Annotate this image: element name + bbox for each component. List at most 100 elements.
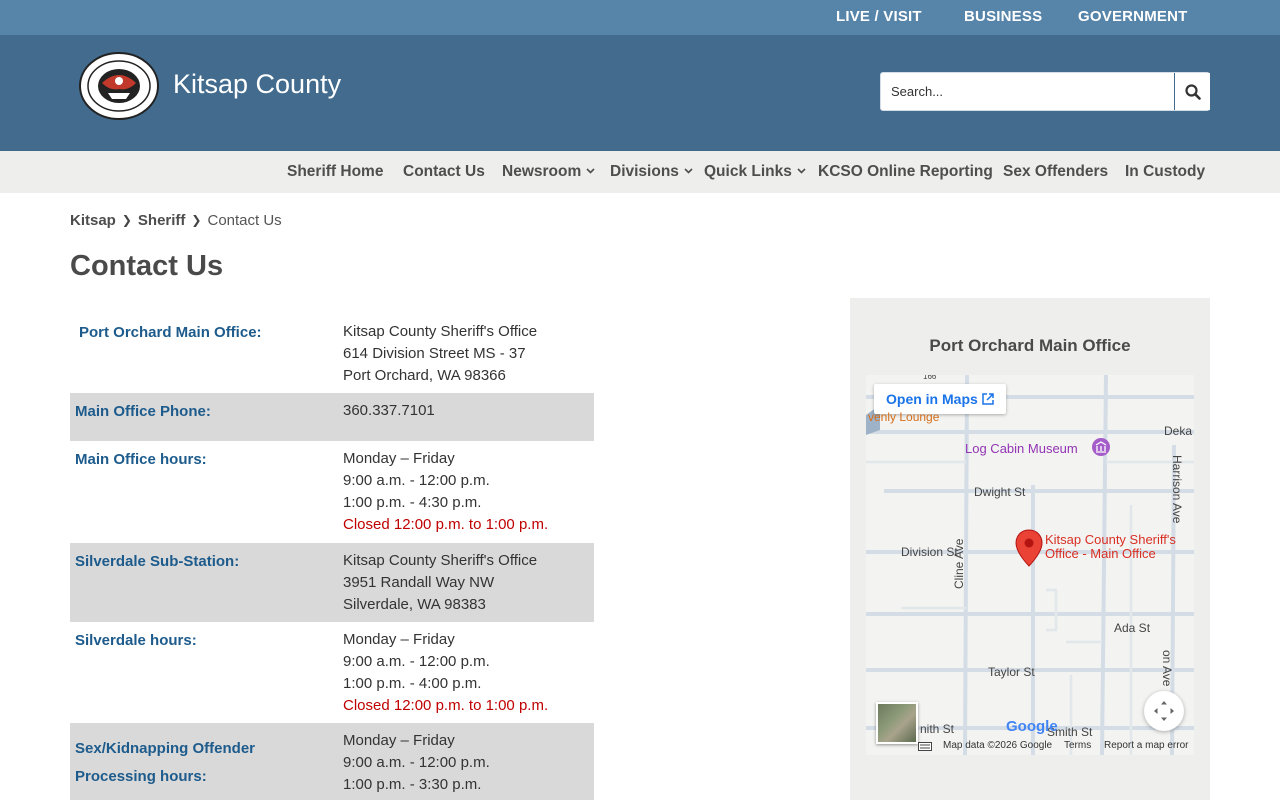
- chevron-right-icon: ❯: [121, 213, 132, 227]
- map-poi-label: Log Cabin Museum: [965, 441, 1078, 456]
- closed-note: Closed 12:00 p.m. to 1:00 p.m.: [343, 516, 549, 533]
- table-row: Silverdale Sub-Station: Kitsap County Sh…: [70, 543, 594, 622]
- search-icon: [1184, 83, 1201, 100]
- map-street-label: Cline Ave: [952, 538, 966, 589]
- row-label: Main Office hours:: [75, 451, 207, 468]
- map-street-label: Taylor St: [988, 665, 1035, 679]
- map-footer: Map data ©2026 Google Terms Report a map…: [866, 737, 1194, 755]
- value-line: 1:00 p.m. - 4:00 p.m.: [343, 675, 482, 692]
- value-line: Kitsap County Sheriff's Office: [343, 552, 538, 569]
- subnav-label: In Custody: [1125, 163, 1206, 180]
- subnav-online-reporting[interactable]: KCSO Online Reporting: [818, 163, 993, 181]
- row-label: Sex/Kidnapping Offender Processing hours…: [75, 735, 255, 791]
- move-arrows-icon: [1154, 701, 1174, 721]
- map-street-label: on Ave: [1160, 650, 1174, 687]
- subnav-sex-offenders[interactable]: Sex Offenders: [1003, 163, 1108, 181]
- search-input[interactable]: [881, 73, 1174, 110]
- subnav-newsroom[interactable]: Newsroom: [502, 163, 595, 181]
- google-logo: Google: [1006, 718, 1058, 735]
- map-terms-link[interactable]: Terms: [1064, 740, 1091, 751]
- row-label: Port Orchard Main Office:: [79, 324, 262, 341]
- value-line: 3951 Randall Way NW: [343, 574, 495, 591]
- sheriff-subnav: Sheriff Home Contact Us Newsroom Divisio…: [0, 151, 1280, 193]
- row-label: Silverdale hours:: [75, 632, 197, 649]
- row-value: Kitsap County Sheriff's Office 3951 Rand…: [343, 550, 537, 616]
- map-street-label: Ada St: [1114, 621, 1151, 635]
- breadcrumb: Kitsap ❯ Sheriff ❯ Contact Us: [70, 212, 282, 229]
- subnav-label: KCSO Online Reporting: [818, 163, 993, 180]
- value-line: Monday – Friday: [343, 732, 455, 749]
- external-link-icon: [981, 393, 994, 405]
- nav-government[interactable]: GOVERNMENT: [1078, 8, 1188, 25]
- subnav-label: Quick Links: [704, 163, 792, 180]
- table-row: Port Orchard Main Office: Kitsap County …: [70, 316, 594, 393]
- report-map-error-link[interactable]: Report a map error: [1104, 740, 1188, 751]
- map-poi-label: venly Lounge: [868, 410, 940, 424]
- subnav-label: Divisions: [610, 163, 679, 180]
- map-pan-control[interactable]: [1144, 691, 1184, 731]
- value-line: Port Orchard, WA 98366: [343, 367, 506, 384]
- subnav-label: Sex Offenders: [1003, 163, 1109, 180]
- value-line: 614 Division Street MS - 37: [343, 345, 526, 362]
- map-card-title: Port Orchard Main Office: [929, 336, 1131, 355]
- table-row: Main Office hours: Monday – Friday 9:00 …: [70, 441, 594, 543]
- marker-line: Office - Main Office: [1045, 546, 1156, 561]
- table-row: Main Office Phone: 360.337.7101: [70, 393, 594, 441]
- keyboard-icon: [918, 742, 932, 751]
- map-marker-label: Kitsap County Sheriff's Office - Main Of…: [1045, 533, 1176, 561]
- chevron-down-icon: [684, 168, 693, 174]
- value-line: Silverdale, WA 98383: [343, 596, 486, 613]
- breadcrumb-current: Contact Us: [207, 212, 282, 229]
- value-line: 9:00 a.m. - 12:00 p.m.: [343, 472, 490, 489]
- county-seal-logo[interactable]: [78, 51, 160, 121]
- row-value: Monday – Friday 9:00 a.m. - 12:00 p.m. 1…: [343, 629, 548, 717]
- subnav-label: Sheriff Home: [287, 163, 384, 180]
- museum-icon: [1092, 438, 1110, 456]
- value-line: 9:00 a.m. - 12:00 p.m.: [343, 653, 490, 670]
- embedded-map[interactable]: Open in Maps 166 venly Lounge Log Cabin …: [866, 375, 1194, 755]
- subnav-sheriff-home[interactable]: Sheriff Home: [287, 163, 383, 181]
- map-street-label: Harrison Ave: [1170, 455, 1184, 524]
- label-line: Sex/Kidnapping Offender: [75, 740, 256, 757]
- contact-table: Port Orchard Main Office: Kitsap County …: [70, 316, 594, 800]
- map-street-label: Deka: [1164, 424, 1193, 438]
- nav-business[interactable]: BUSINESS: [964, 8, 1042, 25]
- chevron-down-icon: [797, 168, 806, 174]
- value-line: 1:00 p.m. - 4:30 p.m.: [343, 494, 482, 511]
- nav-live-visit[interactable]: LIVE / VISIT: [836, 8, 922, 25]
- map-data-attribution: Map data ©2026 Google: [943, 740, 1053, 751]
- site-title[interactable]: Kitsap County: [173, 69, 341, 100]
- row-label: Silverdale Sub-Station:: [75, 553, 240, 570]
- phone-number[interactable]: 360.337.7101: [343, 400, 435, 422]
- table-row: Silverdale hours: Monday – Friday 9:00 a…: [70, 622, 594, 723]
- location-pin-icon: [1015, 529, 1043, 567]
- breadcrumb-kitsap[interactable]: Kitsap: [70, 212, 116, 229]
- map-street-label: Dwight St: [974, 485, 1026, 499]
- value-line: Monday – Friday: [343, 450, 455, 467]
- subnav-label: Newsroom: [502, 163, 582, 180]
- map-card: Port Orchard Main Office Open in Maps 16…: [850, 298, 1210, 800]
- map-street-label: nith St: [920, 722, 955, 736]
- value-line: 1:00 p.m. - 3:30 p.m.: [343, 776, 482, 793]
- map-label: 166: [923, 375, 937, 381]
- label-line: Processing hours:: [75, 768, 207, 785]
- marker-line: Kitsap County Sheriff's: [1045, 532, 1176, 547]
- row-value: Monday – Friday 9:00 a.m. - 12:00 p.m. 1…: [343, 448, 548, 536]
- value-line: Monday – Friday: [343, 631, 455, 648]
- open-in-maps-label: Open in Maps: [886, 391, 978, 407]
- row-label: Main Office Phone:: [75, 403, 211, 420]
- utility-bar: LIVE / VISIT BUSINESS GOVERNMENT: [0, 0, 1280, 35]
- subnav-quick-links[interactable]: Quick Links: [704, 163, 806, 181]
- subnav-contact-us[interactable]: Contact Us: [403, 163, 485, 181]
- search-button[interactable]: [1174, 73, 1210, 110]
- subnav-divisions[interactable]: Divisions: [610, 163, 693, 181]
- row-value: Monday – Friday 9:00 a.m. - 12:00 p.m. 1…: [343, 730, 490, 796]
- breadcrumb-sheriff[interactable]: Sheriff: [138, 212, 186, 229]
- row-value: Kitsap County Sheriff's Office 614 Divis…: [343, 321, 537, 387]
- search-box: [880, 72, 1210, 111]
- table-row: Sex/Kidnapping Offender Processing hours…: [70, 723, 594, 800]
- closed-note: Closed 12:00 p.m. to 1:00 p.m.: [343, 697, 549, 714]
- value-line: Kitsap County Sheriff's Office: [343, 323, 538, 340]
- site-header: Kitsap County: [0, 35, 1280, 151]
- subnav-in-custody[interactable]: In Custody: [1125, 163, 1205, 181]
